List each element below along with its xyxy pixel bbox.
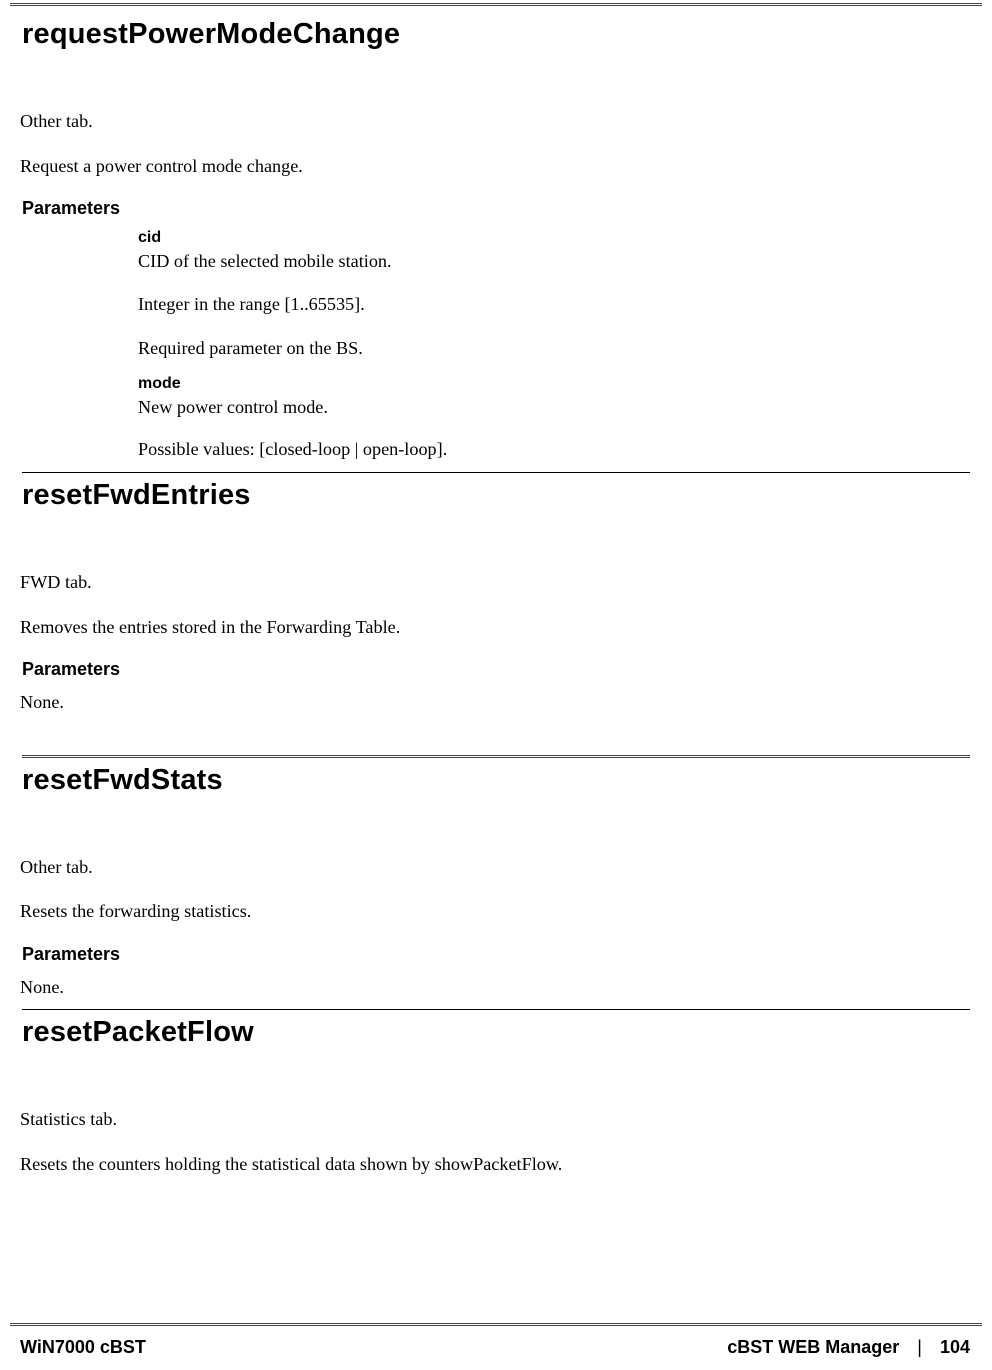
page-content: requestPowerModeChange Other tab. Reques… (0, 0, 992, 1176)
page-footer: WiN7000 cBST cBST WEB Manager | 104 (20, 1337, 970, 1358)
body-text: Request a power control mode change. (20, 154, 972, 179)
footer-rule (10, 1323, 982, 1326)
section-title-reset-fwd-stats: resetFwdStats (22, 764, 972, 797)
body-text: Removes the entries stored in the Forwar… (20, 615, 972, 640)
body-text: Resets the counters holding the statisti… (20, 1152, 972, 1177)
parameters-heading: Parameters (22, 944, 972, 965)
section-title-reset-fwd-entries: resetFwdEntries (22, 479, 972, 512)
body-text: None. (20, 690, 972, 715)
footer-mid: cBST WEB Manager (727, 1337, 899, 1358)
body-text: Other tab. (20, 109, 972, 134)
param-name-cid: cid (138, 229, 972, 247)
footer-left: WiN7000 cBST (20, 1337, 146, 1358)
body-text: Required parameter on the BS. (138, 336, 972, 361)
page-top-rule (10, 3, 982, 6)
body-text: Statistics tab. (20, 1107, 972, 1132)
body-text: CID of the selected mobile station. (138, 249, 972, 274)
parameters-heading: Parameters (22, 198, 972, 219)
body-text: FWD tab. (20, 570, 972, 595)
footer-separator: | (899, 1337, 940, 1358)
body-text: Resets the forwarding statistics. (20, 899, 972, 924)
body-text: Possible values: [closed-loop | open-loo… (138, 437, 972, 462)
param-name-mode: mode (138, 375, 972, 393)
section-title-request-power-mode-change: requestPowerModeChange (22, 18, 972, 51)
body-text: New power control mode. (138, 395, 972, 420)
section-title-reset-packet-flow: resetPacketFlow (22, 1016, 972, 1049)
parameters-heading: Parameters (22, 659, 972, 680)
body-text: Integer in the range [1..65535]. (138, 292, 972, 317)
footer-page-number: 104 (940, 1337, 970, 1358)
body-text: None. (20, 975, 972, 1000)
body-text: Other tab. (20, 855, 972, 880)
